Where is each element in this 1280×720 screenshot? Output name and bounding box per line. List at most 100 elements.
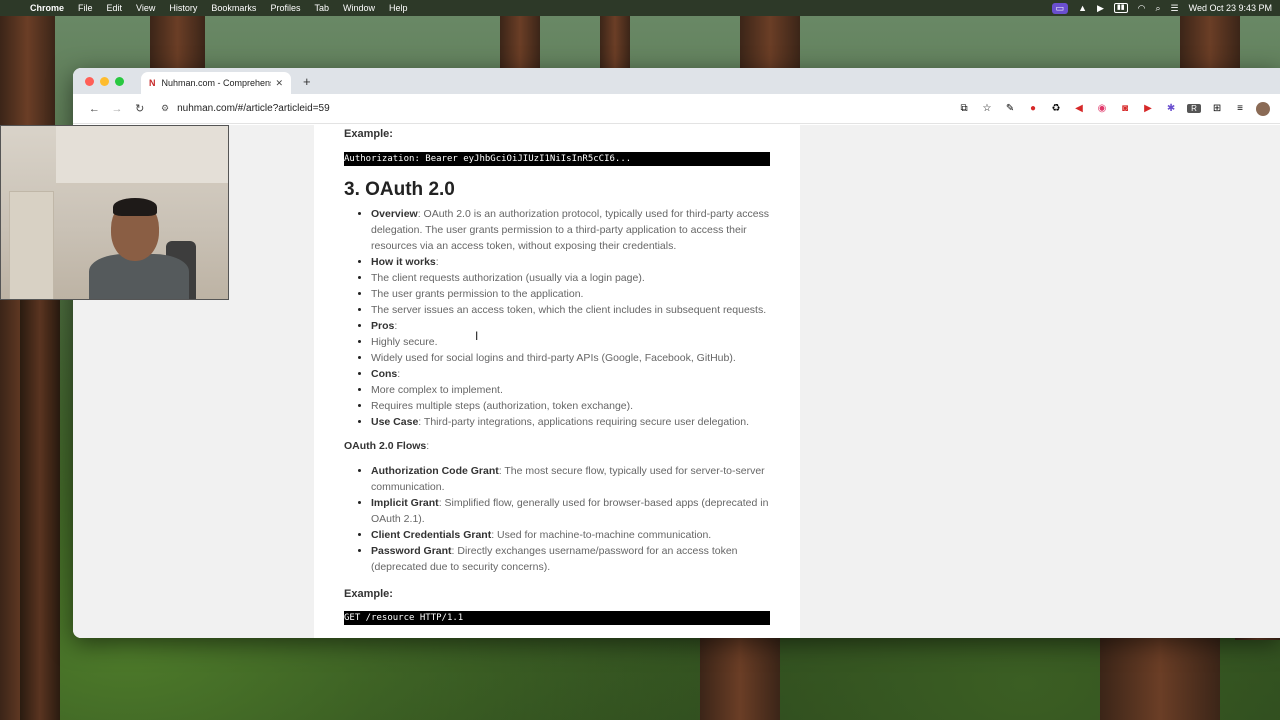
flows-heading-colon: : — [426, 440, 430, 452]
list-item-text: : OAuth 2.0 is an authorization protocol… — [371, 208, 770, 252]
list-item: Authorization Code Grant: The most secur… — [371, 463, 770, 495]
list-item-bold: Use Case — [371, 416, 419, 428]
record-extension-icon[interactable]: ◙ — [1118, 103, 1132, 114]
r-extension-icon[interactable]: R — [1187, 104, 1202, 113]
search-icon[interactable]: ⌕ — [1156, 3, 1161, 14]
example-label-top: Example: — [344, 128, 393, 140]
wallpaper-tree — [600, 16, 630, 76]
code-block-top: Authorization: Bearer eyJhbGciOiJIUzI1Ni… — [344, 152, 770, 166]
extensions-puzzle-icon[interactable]: ⊞ — [1210, 103, 1224, 114]
address-bar[interactable]: ⚙ nuhman.com/#/article?articleid=59 — [155, 97, 936, 120]
gear-extension-icon[interactable]: ✱ — [1164, 103, 1178, 114]
code-block-bottom: GET /resource HTTP/1.1 — [344, 611, 770, 625]
menu-edit[interactable]: Edit — [107, 3, 123, 13]
list-item: The user grants permission to the applic… — [371, 286, 770, 302]
wallpaper-tree — [150, 16, 205, 76]
page-viewport: Example: Authorization: Bearer eyJhbGciO… — [73, 125, 1280, 638]
list-item-bold: Overview — [371, 208, 418, 220]
menu-bar: Chrome File Edit View History Bookmarks … — [0, 0, 1280, 16]
list-item: Pros: — [371, 318, 770, 334]
tab-bar: N Nuhman.com - Comprehensi ✕ + — [73, 68, 1280, 94]
example-label-bottom: Example: — [344, 588, 393, 600]
maximize-window-button[interactable] — [115, 77, 124, 86]
list-item-bold: Authorization Code Grant — [371, 465, 499, 477]
browser-window: N Nuhman.com - Comprehensi ✕ + ← → ↻ ⚙ n… — [73, 68, 1280, 638]
tab-title: Nuhman.com - Comprehensi — [161, 78, 272, 88]
list-item-text: : Used for machine-to-machine communicat… — [491, 529, 712, 541]
toolbar-actions: ⧉ ☆ ✎ ● ♻ ◀ ◉ ◙ ▶ ✱ R ⊞ ≡ — [957, 101, 1271, 116]
opera-extension-icon[interactable]: ● — [1026, 103, 1040, 114]
site-favicon-icon: N — [149, 78, 156, 88]
wallpaper-tree — [700, 636, 780, 720]
menu-bookmarks[interactable]: Bookmarks — [211, 3, 256, 13]
webcam-ceiling — [56, 126, 228, 186]
flows-heading-bold: OAuth 2.0 Flows — [344, 440, 427, 452]
list-item: The client requests authorization (usual… — [371, 270, 770, 286]
bookmark-star-icon[interactable]: ☆ — [980, 103, 994, 114]
menu-file[interactable]: File — [78, 3, 93, 13]
text-cursor-icon: I — [475, 329, 479, 343]
window-controls — [85, 77, 124, 86]
list-item-bold: Cons — [371, 368, 398, 380]
close-window-button[interactable] — [85, 77, 94, 86]
list-item: Use Case: Third-party integrations, appl… — [371, 414, 770, 430]
youtube-extension-icon[interactable]: ▶ — [1141, 103, 1155, 114]
list-item-bold: Implicit Grant — [371, 497, 439, 509]
recycle-extension-icon[interactable]: ♻ — [1049, 103, 1063, 114]
browser-toolbar: ← → ↻ ⚙ nuhman.com/#/article?articleid=5… — [73, 94, 1280, 124]
flows-heading: OAuth 2.0 Flows: — [344, 440, 770, 452]
reading-list-icon[interactable]: ≡ — [1233, 103, 1247, 114]
wallpaper-tree — [740, 16, 800, 76]
wallpaper-tree — [20, 300, 60, 720]
oauth-bullet-list: Overview: OAuth 2.0 is an authorization … — [344, 206, 770, 430]
list-item-text: : — [397, 368, 401, 380]
screen-mirroring-icon[interactable]: ▭ — [1051, 2, 1069, 14]
menu-view[interactable]: View — [136, 3, 155, 13]
list-item-text: The client requests authorization (usual… — [371, 272, 645, 284]
clock[interactable]: Wed Oct 23 9:43 PM — [1189, 3, 1272, 13]
install-app-icon[interactable]: ⧉ — [957, 103, 971, 114]
list-item: Client Credentials Grant: Used for machi… — [371, 527, 770, 543]
menu-help[interactable]: Help — [389, 3, 408, 13]
close-tab-icon[interactable]: ✕ — [275, 78, 283, 89]
pen-extension-icon[interactable]: ✎ — [1003, 103, 1017, 114]
webcam-overlay — [0, 125, 229, 300]
megaphone-extension-icon[interactable]: ◀ — [1072, 103, 1086, 114]
list-item: Implicit Grant: Simplified flow, general… — [371, 495, 770, 527]
battery-icon[interactable]: ▮▮ — [1113, 3, 1128, 13]
list-item-bold: Client Credentials Grant — [371, 529, 492, 541]
list-item-text: : — [394, 320, 398, 332]
list-item-text: The user grants permission to the applic… — [371, 288, 584, 300]
menu-history[interactable]: History — [169, 3, 197, 13]
minimize-window-button[interactable] — [100, 77, 109, 86]
drive-icon[interactable]: ▲ — [1078, 3, 1087, 13]
new-tab-button[interactable]: + — [303, 72, 311, 94]
section-heading: 3. OAuth 2.0 — [344, 179, 455, 200]
url-text: nuhman.com/#/article?articleid=59 — [177, 103, 330, 114]
list-item-bold: Password Grant — [371, 545, 452, 557]
menu-profiles[interactable]: Profiles — [270, 3, 300, 13]
list-item-bold: How it works — [371, 256, 436, 268]
webcam-person-body — [89, 254, 189, 299]
control-center-icon[interactable]: ☰ — [1171, 3, 1179, 14]
list-item: Cons: — [371, 366, 770, 382]
reload-icon[interactable]: ↻ — [128, 102, 151, 115]
back-icon[interactable]: ← — [83, 103, 106, 115]
menu-app-name[interactable]: Chrome — [30, 3, 64, 13]
forward-icon[interactable]: → — [106, 103, 129, 115]
play-icon[interactable]: ▶ — [1097, 3, 1104, 14]
wallpaper-tree — [1180, 16, 1240, 76]
list-item: Widely used for social logins and third-… — [371, 350, 770, 366]
webcam-person-hair — [113, 198, 157, 216]
tab-active[interactable]: N Nuhman.com - Comprehensi ✕ — [141, 72, 291, 94]
menu-window[interactable]: Window — [343, 3, 375, 13]
list-item-text: Widely used for social logins and third-… — [371, 352, 736, 364]
list-item: How it works: — [371, 254, 770, 270]
pocket-extension-icon[interactable]: ◉ — [1095, 103, 1109, 114]
profile-avatar[interactable] — [1256, 101, 1271, 116]
menu-tab[interactable]: Tab — [314, 3, 329, 13]
site-settings-icon[interactable]: ⚙ — [161, 103, 169, 114]
wifi-icon[interactable]: ◠ — [1138, 3, 1146, 14]
wallpaper-tree — [1100, 636, 1220, 720]
wallpaper-tree — [500, 16, 540, 76]
